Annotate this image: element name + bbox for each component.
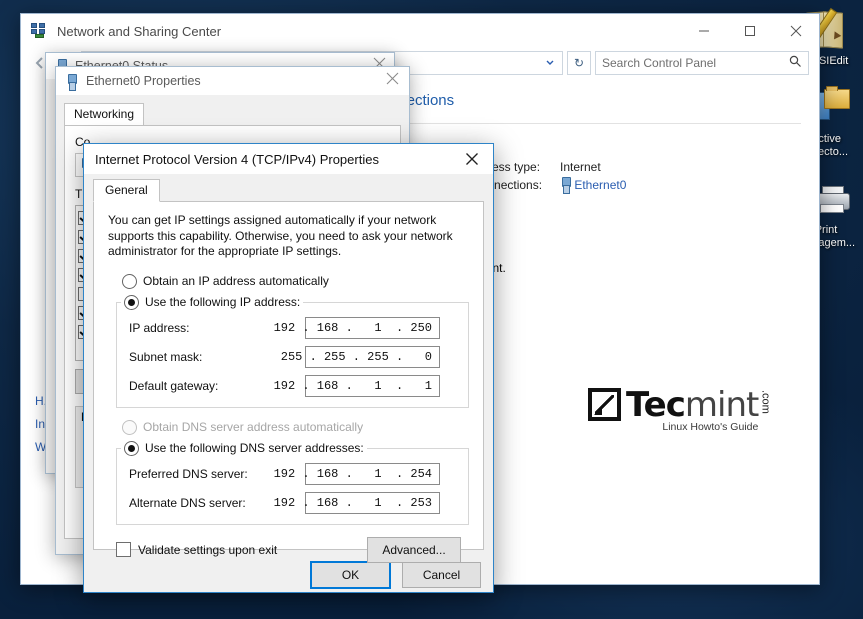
preferred-dns-row: Preferred DNS server: 192 . 168 . 1 . 25…: [129, 463, 468, 485]
subnet-mask-label: Subnet mask:: [129, 350, 305, 364]
search-input[interactable]: Search Control Panel: [595, 51, 809, 75]
alternate-dns-row: Alternate DNS server: 192 . 168 . 1 . 25…: [129, 492, 468, 514]
manual-ip-legend: Use the following IP address:: [121, 295, 303, 310]
minimize-button[interactable]: [681, 14, 727, 48]
tecmint-watermark: Tec mint .com Linux Howto's Guide: [588, 388, 770, 433]
close-button[interactable]: [386, 72, 399, 88]
radio-obtain-ip-automatically[interactable]: Obtain an IP address automatically: [122, 274, 469, 289]
ip-address-input[interactable]: 192 . 168 . 1 . 250: [305, 317, 440, 339]
dialog-titlebar[interactable]: Internet Protocol Version 4 (TCP/IPv4) P…: [84, 144, 493, 174]
general-panel: You can get IP settings assigned automat…: [93, 201, 484, 550]
default-gateway-row: Default gateway: 192 . 168 . 1 . 1: [129, 375, 468, 397]
manual-dns-group: Use the following DNS server addresses: …: [116, 441, 469, 525]
refresh-icon: ↻: [574, 56, 584, 70]
access-type-row: Access type: Internet: [472, 158, 626, 176]
tecmint-dotcom: .com: [759, 390, 770, 414]
radio-label: Obtain DNS server address automatically: [143, 420, 363, 434]
cancel-button[interactable]: Cancel: [402, 562, 481, 588]
search-icon[interactable]: [789, 55, 802, 71]
radio-icon[interactable]: [124, 441, 139, 456]
search-placeholder: Search Control Panel: [602, 56, 716, 70]
radio-icon[interactable]: [122, 274, 137, 289]
connections-row: Connections: Ethernet0: [472, 176, 626, 194]
tabstrip: General: [93, 179, 493, 202]
validate-and-advanced-row: Validate settings upon exit Advanced...: [116, 537, 469, 563]
window-title: Ethernet0 Properties: [86, 74, 201, 88]
window-titlebar[interactable]: Network and Sharing Center: [21, 14, 819, 48]
ipv4-properties-dialog[interactable]: Internet Protocol Version 4 (TCP/IPv4) P…: [83, 143, 494, 593]
tecmint-word-2: mint: [685, 388, 758, 422]
ok-button[interactable]: OK: [310, 561, 391, 589]
subnet-mask-row: Subnet mask: 255 . 255 . 255 . 0: [129, 346, 468, 368]
window-controls: [681, 14, 819, 48]
tabstrip: Networking: [64, 101, 409, 125]
radio-icon[interactable]: [122, 420, 137, 435]
tab-networking[interactable]: Networking: [64, 103, 144, 125]
chevron-down-icon[interactable]: [545, 57, 558, 70]
radio-use-following-ip[interactable]: Use the following IP address:: [121, 295, 303, 310]
tecmint-logo-icon: [588, 388, 621, 421]
network-icon: [31, 23, 48, 39]
connection-link-ethernet0[interactable]: Ethernet0: [574, 178, 626, 192]
refresh-button[interactable]: ↻: [567, 51, 591, 75]
advanced-button[interactable]: Advanced...: [367, 537, 461, 563]
ethernet-icon: [66, 74, 77, 89]
validate-settings-checkbox[interactable]: Validate settings upon exit: [116, 542, 277, 557]
tab-general[interactable]: General: [93, 179, 160, 202]
ip-address-row: IP address: 192 . 168 . 1 . 250: [129, 317, 468, 339]
radio-icon[interactable]: [124, 295, 139, 310]
radio-obtain-dns-automatically[interactable]: Obtain DNS server address automatically: [122, 420, 469, 435]
radio-label: Use the following IP address:: [145, 295, 300, 309]
checkbox-icon[interactable]: [116, 542, 131, 557]
dialog-description: You can get IP settings assigned automat…: [108, 213, 456, 260]
window-titlebar[interactable]: Ethernet0 Properties: [56, 67, 409, 95]
network-details: Access type: Internet Connections: Ether…: [472, 158, 626, 194]
close-button[interactable]: [451, 144, 493, 174]
subnet-mask-input[interactable]: 255 . 255 . 255 . 0: [305, 346, 440, 368]
radio-label: Obtain an IP address automatically: [143, 274, 329, 288]
alternate-dns-input[interactable]: 192 . 168 . 1 . 253: [305, 492, 440, 514]
maximize-button[interactable]: [727, 14, 773, 48]
validate-settings-label: Validate settings upon exit: [138, 543, 277, 557]
ethernet-icon: [560, 177, 571, 192]
tecmint-tagline: Linux Howto's Guide: [588, 421, 770, 433]
radio-label: Use the following DNS server addresses:: [145, 441, 364, 455]
default-gateway-input[interactable]: 192 . 168 . 1 . 1: [305, 375, 440, 397]
tecmint-word-1: Tec: [626, 388, 685, 422]
manual-ip-group: Use the following IP address: IP address…: [116, 295, 469, 408]
dialog-title: Internet Protocol Version 4 (TCP/IPv4) P…: [95, 152, 379, 167]
manual-dns-legend: Use the following DNS server addresses:: [121, 441, 367, 456]
preferred-dns-input[interactable]: 192 . 168 . 1 . 254: [305, 463, 440, 485]
access-type-value: Internet: [560, 158, 601, 176]
window-title: Network and Sharing Center: [57, 24, 221, 39]
close-button[interactable]: [773, 14, 819, 48]
radio-use-following-dns[interactable]: Use the following DNS server addresses:: [121, 441, 367, 456]
